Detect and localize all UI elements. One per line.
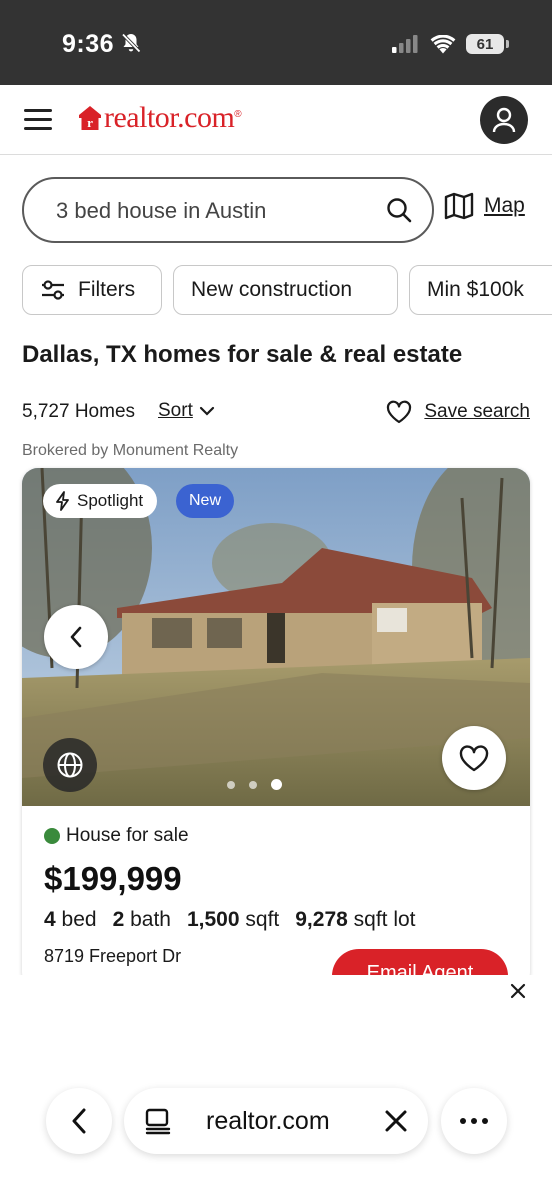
sort-label: Sort xyxy=(158,400,193,421)
chevron-left-icon xyxy=(70,626,82,648)
listing-status-label: House for sale xyxy=(66,825,189,846)
heart-outline-icon xyxy=(459,744,489,771)
browser-address-bar[interactable]: realtor.com xyxy=(124,1088,428,1154)
search-icon[interactable] xyxy=(386,197,412,228)
bell-muted-icon xyxy=(120,32,142,59)
status-time: 9:36 xyxy=(62,30,115,58)
status-bar: 9:36 61 xyxy=(0,0,552,85)
filters-chip[interactable]: Filters xyxy=(22,265,162,315)
search-box[interactable] xyxy=(22,177,434,243)
close-icon[interactable] xyxy=(510,983,526,1004)
reader-tabs-icon[interactable] xyxy=(144,1107,172,1140)
carousel-dot[interactable] xyxy=(271,779,282,790)
status-indicators: 61 xyxy=(392,34,509,54)
virtual-tour-button[interactable] xyxy=(43,738,97,792)
carousel-dot[interactable] xyxy=(227,780,235,789)
more-dot xyxy=(460,1118,466,1124)
page-title: Dallas, TX homes for sale & real estate xyxy=(22,341,463,368)
site-header: r realtor.com ® xyxy=(0,85,552,155)
listing-specs: 4 bed 2 bath 1,500 sqft 9,278 sqft lot xyxy=(44,908,416,932)
house-logo-icon: r xyxy=(79,106,101,130)
lightning-icon xyxy=(56,491,69,511)
realtor-logo[interactable]: r realtor.com ® xyxy=(78,101,242,135)
chevron-down-icon xyxy=(199,406,214,416)
more-dot xyxy=(482,1118,488,1124)
svg-text:r: r xyxy=(87,115,93,130)
close-icon[interactable] xyxy=(384,1109,408,1138)
logo-text: realtor.com xyxy=(104,101,235,134)
account-avatar-button[interactable] xyxy=(480,96,528,144)
results-toolbar: 5,727 Homes Sort Save search xyxy=(22,400,530,426)
filters-chip-label: Filters xyxy=(78,278,136,301)
baths-spec: 2 bath xyxy=(112,908,171,931)
listing-address[interactable]: 8719 Freeport Dr xyxy=(44,946,181,967)
favorite-listing-button[interactable] xyxy=(442,726,506,790)
menu-icon[interactable] xyxy=(24,109,52,131)
spotlight-badge: Spotlight xyxy=(43,484,158,518)
more-dot xyxy=(471,1118,477,1124)
more-options-button[interactable] xyxy=(441,1088,507,1154)
previous-photo-button[interactable] xyxy=(44,605,108,669)
beds-spec: 4 bed xyxy=(44,908,97,931)
sort-button[interactable]: Sort xyxy=(158,400,215,422)
min-price-chip[interactable]: Min $100k xyxy=(409,265,552,315)
globe-icon xyxy=(57,752,83,778)
photo-carousel-dots xyxy=(227,779,282,790)
chevron-left-icon xyxy=(72,1108,86,1134)
map-icon xyxy=(444,192,474,220)
sliders-icon xyxy=(42,280,64,300)
spotlight-label: Spotlight xyxy=(77,491,144,510)
browser-url-text: realtor.com xyxy=(206,1107,330,1135)
battery-icon: 61 xyxy=(466,34,509,54)
min-price-chip-label: Min $100k xyxy=(427,278,524,301)
save-search-label: Save search xyxy=(424,401,530,422)
brokered-by: Brokered by Monument Realty xyxy=(22,442,239,459)
results-count: 5,727 Homes xyxy=(22,401,136,422)
user-icon xyxy=(492,107,516,133)
listing-status: House for sale xyxy=(44,825,189,847)
heart-outline-icon xyxy=(387,400,412,424)
listing-price: $199,999 xyxy=(44,860,182,897)
map-button[interactable]: Map xyxy=(444,192,525,220)
save-search-button[interactable]: Save search xyxy=(386,400,530,424)
status-dot xyxy=(44,828,60,844)
lot-spec: 9,278 sqft lot xyxy=(295,908,416,931)
new-construction-chip[interactable]: New construction xyxy=(173,265,398,315)
map-label: Map xyxy=(484,194,525,217)
new-badge: New xyxy=(176,484,235,518)
filter-chips: Filters New construction Min $100k xyxy=(22,265,552,315)
carousel-dot[interactable] xyxy=(249,780,257,789)
listing-card[interactable]: Spotlight New House for sale $199,999 4 … xyxy=(22,468,530,988)
new-construction-chip-label: New construction xyxy=(191,278,353,301)
registered-mark: ® xyxy=(234,109,242,120)
browser-back-button[interactable] xyxy=(46,1088,112,1154)
signal-icon xyxy=(392,35,418,53)
search-input[interactable] xyxy=(56,193,356,229)
wifi-icon xyxy=(430,34,456,53)
sqft-spec: 1,500 sqft xyxy=(186,908,280,931)
